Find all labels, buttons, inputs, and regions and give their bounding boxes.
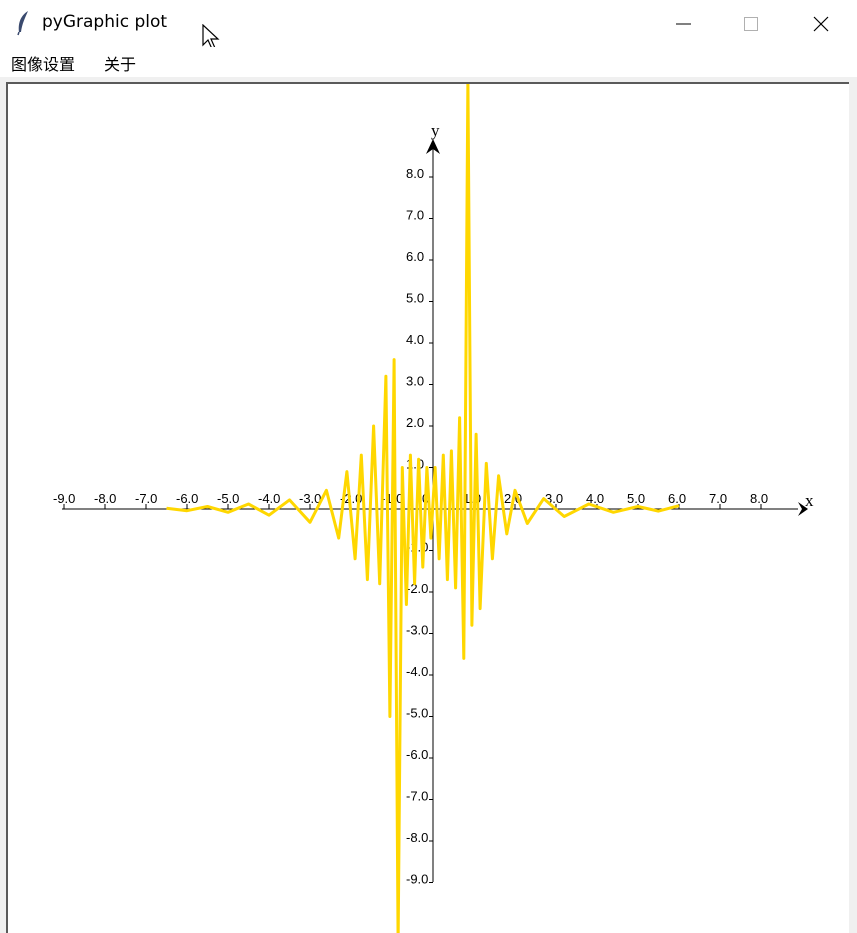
x-tick-label: 5.0 [627, 491, 645, 506]
y-tick-label: -9.0 [406, 872, 428, 887]
maximize-button[interactable] [717, 0, 785, 47]
x-tick-label: 6.0 [668, 491, 686, 506]
x-tick-label: 8.0 [750, 491, 768, 506]
x-tick-label: -9.0 [53, 491, 75, 506]
plot-canvas[interactable]: xy-9.0 -8.0 -7.0 -6.0 -5.0 -4.0 -3.0 -2.0 -1.0 0 1… [8, 84, 849, 933]
minimize-icon [676, 23, 691, 25]
window-title: pyGraphic plot [42, 12, 168, 32]
feather-icon [17, 11, 28, 36]
y-tick-label: 3.0 [406, 374, 424, 389]
close-button[interactable] [787, 0, 855, 47]
x-tick-label: 7.0 [709, 491, 727, 506]
y-tick-label: -2.0 [406, 581, 428, 596]
x-tick-label: -5.0 [217, 491, 239, 506]
maximize-icon [744, 17, 758, 31]
y-tick-label: -3.0 [406, 623, 428, 638]
x-axis-name: x [805, 491, 814, 510]
x-tick-label: -7.0 [135, 491, 157, 506]
title-bar: pyGraphic plot [0, 0, 857, 50]
y-tick-label: -5.0 [406, 706, 428, 721]
y-tick-label: 8.0 [406, 166, 424, 181]
y-axis-name: y [431, 121, 440, 140]
y-tick-label: 5.0 [406, 291, 424, 306]
x-tick-label: -4.0 [258, 491, 280, 506]
y-tick-label: -7.0 [406, 789, 428, 804]
y-tick-label: -6.0 [406, 747, 428, 762]
y-tick-label: -4.0 [406, 664, 428, 679]
y-tick-label: 2.0 [406, 415, 424, 430]
menu-about[interactable]: 关于 [104, 51, 136, 75]
menu-bar: 图像设置 关于 [0, 47, 857, 77]
close-icon [813, 16, 829, 32]
minimize-button[interactable] [649, 0, 717, 47]
y-tick-label: -8.0 [406, 830, 428, 845]
menu-image-settings[interactable]: 图像设置 [11, 51, 75, 75]
y-tick-label: 4.0 [406, 332, 424, 347]
y-tick-label: 6.0 [406, 249, 424, 264]
x-tick-label: -6.0 [176, 491, 198, 506]
y-tick-label: 7.0 [406, 208, 424, 223]
x-tick-label: -8.0 [94, 491, 116, 506]
